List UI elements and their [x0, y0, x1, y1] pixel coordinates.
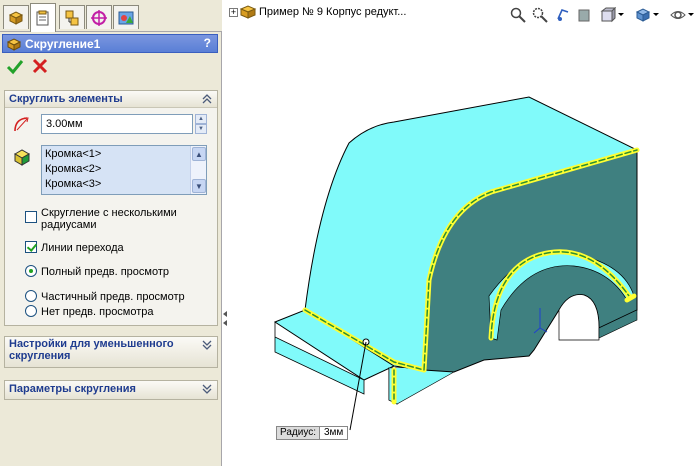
dimxpert-tab[interactable] [86, 5, 112, 29]
feature-titlebar: Скругление1 ? [2, 34, 218, 53]
callout-value[interactable]: 3мм [320, 427, 348, 439]
list-item[interactable]: Кромка<3> [45, 178, 101, 190]
multiple-radius-label: Скругление с несколькими радиусами [41, 207, 177, 231]
property-manager-icon [36, 10, 49, 26]
scroll-down-icon[interactable]: ▼ [192, 179, 206, 193]
previous-view-button[interactable] [554, 6, 572, 24]
zoom-area-icon [532, 7, 548, 23]
chevron-down-icon[interactable] [688, 13, 694, 16]
spin-down-icon[interactable]: ▼ [195, 124, 207, 134]
configuration-manager-tab[interactable] [59, 5, 85, 29]
scroll-up-icon[interactable]: ▲ [192, 147, 206, 161]
setback-header[interactable]: Настройки для уменьшенного скругления [5, 337, 217, 367]
radius-icon [14, 117, 29, 132]
partial-preview-label: Частичный предв. просмотр [41, 291, 185, 303]
help-icon[interactable]: ? [204, 36, 211, 50]
display-manager-tab[interactable] [113, 5, 139, 29]
callout-label: Радиус: [277, 427, 320, 439]
view-orientation-button[interactable] [599, 6, 617, 24]
no-preview-radio[interactable] [25, 305, 37, 317]
feature-title: Скругление1 [25, 37, 101, 51]
previous-view-icon [557, 9, 569, 21]
setback-group: Настройки для уменьшенного скругления [4, 336, 218, 368]
display-manager-icon [118, 11, 134, 24]
zoom-area-button[interactable] [531, 6, 549, 24]
edges-scrollbar[interactable]: ▲ ▼ [190, 146, 206, 194]
feature-manager-tab[interactable] [3, 5, 29, 29]
zoom-to-fit-button[interactable] [509, 6, 527, 24]
multiple-radius-checkbox[interactable] [25, 211, 37, 223]
list-item[interactable]: Кромка<1> [45, 148, 101, 160]
no-preview-label: Нет предв. просмотра [41, 306, 154, 318]
fillet-items-group: Скруглить элементы ▲ ▼ Кромка<1> Кромка<… [4, 90, 218, 326]
fillet-options-group: Параметры скругления [4, 380, 218, 400]
fillet-feature-icon [6, 38, 22, 51]
part-model[interactable] [229, 0, 699, 466]
graphics-area[interactable]: + Пример № 9 Корпус редукт... Радиус: 3м… [229, 0, 699, 466]
zoom-to-fit-icon [510, 7, 526, 23]
property-manager-tab[interactable] [30, 3, 56, 32]
property-manager-panel: Скругление1 ? Скруглить элементы ▲ ▼ [0, 0, 222, 466]
edges-selection-icon [13, 149, 31, 166]
hide-show-button[interactable] [669, 6, 687, 24]
ok-button[interactable] [6, 58, 24, 79]
tree-expander[interactable]: + [229, 8, 238, 17]
panel-splitter[interactable] [221, 300, 229, 336]
fillet-items-title: Скруглить элементы [9, 93, 123, 105]
full-preview-label: Полный предв. просмотр [41, 266, 169, 278]
setback-title: Настройки для уменьшенного скругления [9, 338, 174, 362]
dimxpert-icon [91, 9, 107, 26]
radius-spinner[interactable]: ▲ ▼ [195, 114, 207, 134]
fillet-items-header[interactable]: Скруглить элементы [5, 91, 217, 108]
chevron-down-icon[interactable] [202, 340, 212, 350]
green-check-icon [6, 60, 24, 75]
list-item[interactable]: Кромка<2> [45, 163, 101, 175]
chevron-down-icon[interactable] [202, 384, 212, 394]
display-style-icon [635, 8, 651, 22]
display-style-button[interactable] [634, 6, 652, 24]
radius-input[interactable] [41, 114, 193, 134]
configuration-manager-icon [65, 10, 79, 25]
manager-tabs [0, 0, 222, 32]
feature-manager-icon [8, 10, 24, 25]
chevron-up-icon[interactable] [202, 94, 212, 104]
full-preview-radio[interactable] [25, 265, 37, 277]
chevron-down-icon[interactable] [653, 13, 659, 16]
section-view-button[interactable] [575, 6, 593, 24]
view-orientation-icon [600, 7, 616, 23]
fillet-options-header[interactable]: Параметры скругления [5, 381, 217, 399]
cancel-button[interactable] [32, 58, 48, 77]
partial-preview-radio[interactable] [25, 290, 37, 302]
radius-callout[interactable]: Радиус: 3мм [276, 426, 349, 440]
fillet-options-title: Параметры скругления [9, 383, 136, 395]
tangent-propagation-label: Линии перехода [41, 242, 124, 254]
part-icon [239, 5, 257, 19]
edges-list[interactable]: Кромка<1> Кромка<2> Кромка<3> ▲ ▼ [41, 145, 207, 195]
spin-up-icon[interactable]: ▲ [195, 114, 207, 124]
hide-show-icon [670, 11, 686, 19]
section-view-icon [578, 9, 590, 22]
part-name[interactable]: Пример № 9 Корпус редукт... [259, 6, 406, 18]
tangent-propagation-checkbox[interactable] [25, 241, 37, 253]
red-x-icon [32, 58, 48, 74]
chevron-down-icon[interactable] [618, 13, 624, 16]
